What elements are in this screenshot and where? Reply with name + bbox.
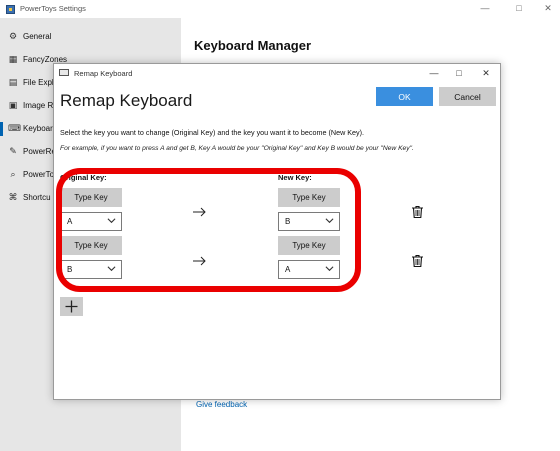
dialog-close-button[interactable]: ✕ [479, 67, 493, 79]
dialog-heading: Remap Keyboard [60, 91, 193, 110]
dialog-caption: Remap Keyboard [74, 69, 133, 78]
zones-icon: ▦ [8, 54, 18, 64]
sidebar-item-general[interactable]: ⚙ General [0, 26, 181, 48]
add-remap-button[interactable] [60, 297, 83, 316]
minimize-button[interactable]: — [478, 2, 492, 14]
keyboard-icon [59, 69, 69, 76]
cancel-button[interactable]: Cancel [439, 87, 496, 106]
sidebar-item-label: Shortcu [23, 193, 51, 202]
page-title: Keyboard Manager [194, 38, 312, 53]
maximize-button[interactable]: □ [512, 2, 526, 14]
keyboard-icon: ⌨ [8, 123, 21, 133]
delete-icon[interactable] [412, 206, 423, 218]
dialog-minimize-button[interactable]: — [427, 67, 441, 79]
plus-icon [65, 300, 78, 313]
shortcut-icon: ⌘ [8, 192, 18, 202]
gear-icon: ⚙ [8, 31, 18, 41]
example-text: For example, if you want to press A and … [60, 145, 414, 152]
image-icon: ▣ [8, 100, 18, 110]
red-highlight-annotation [56, 168, 361, 292]
close-button[interactable]: ✕ [541, 2, 555, 14]
delete-icon[interactable] [412, 255, 423, 267]
main-titlebar: PowerToys Settings — □ ✕ [0, 0, 560, 18]
window-title: PowerToys Settings [20, 4, 86, 13]
dialog-titlebar: Remap Keyboard — □ ✕ [54, 64, 500, 82]
give-feedback-link[interactable]: Give feedback [196, 400, 247, 409]
powertoys-app-icon [6, 5, 15, 14]
sidebar-item-label: General [23, 32, 52, 41]
ok-button[interactable]: OK [376, 87, 433, 106]
instruction-text: Select the key you want to change (Origi… [60, 128, 365, 137]
dialog-maximize-button[interactable]: □ [452, 67, 466, 79]
selection-indicator [0, 122, 3, 136]
sidebar-item-label: PowerRe [23, 147, 56, 156]
folder-icon: ▤ [8, 77, 18, 87]
run-icon: ⌕ [10, 169, 16, 179]
rename-icon: ✎ [9, 146, 17, 156]
